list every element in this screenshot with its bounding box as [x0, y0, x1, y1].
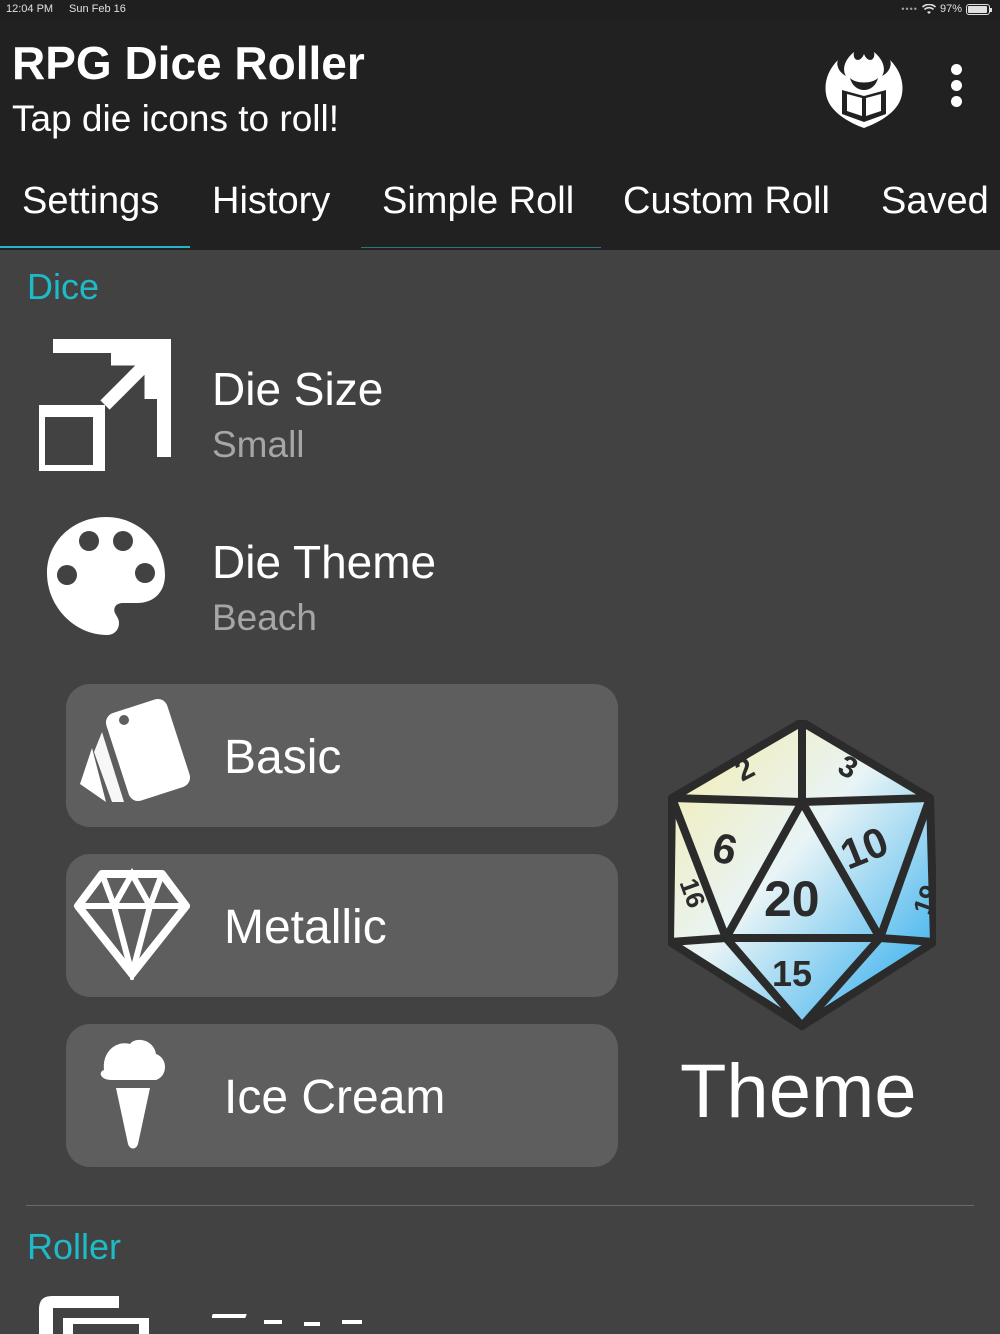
status-date: Sun Feb 16 — [69, 3, 126, 15]
pref-title: Die Theme — [212, 536, 437, 588]
theme-option-basic[interactable]: Basic — [66, 684, 618, 827]
pref-die-size[interactable]: Die Size Small — [0, 330, 1000, 480]
die-number: 15 — [772, 953, 812, 994]
ice-cream-icon — [100, 1039, 165, 1149]
die-number: 20 — [764, 871, 820, 927]
signal-icon: •••• — [901, 4, 918, 14]
section-title-roller: Roller — [27, 1226, 122, 1267]
tab-settings[interactable]: Settings — [22, 175, 159, 248]
section-title-dice: Dice — [27, 266, 100, 307]
theme-option-ice-cream[interactable]: Ice Cream — [66, 1024, 618, 1167]
resize-icon — [39, 339, 171, 471]
battery-icon — [966, 3, 992, 15]
app-bar: RPG Dice Roller Tap die icons to roll! S… — [0, 20, 1000, 250]
pref-summary: Small — [212, 424, 305, 465]
pref-title: Die Size — [212, 363, 384, 415]
wifi-icon — [921, 3, 936, 14]
tab-indicator-secondary — [361, 247, 601, 248]
theme-caption: Theme — [680, 1049, 917, 1134]
d20-die-preview-icon[interactable]: 2 3 6 10 16 20 19 15 — [668, 720, 936, 1030]
tab-custom-roll[interactable]: Custom Roll — [623, 175, 830, 248]
section-divider — [26, 1205, 974, 1206]
app-title: RPG Dice Roller — [12, 37, 365, 89]
pref-die-theme[interactable]: Die Theme Beach — [0, 505, 1000, 655]
flaming-book-shield-icon[interactable] — [820, 50, 908, 130]
tab-bar: Settings History Simple Roll Custom Roll… — [0, 175, 1000, 250]
pref-animation-partial[interactable] — [212, 1314, 402, 1334]
tab-saved[interactable]: Saved — [881, 175, 989, 248]
app-subtitle: Tap die icons to roll! — [12, 98, 340, 139]
status-time: 12:04 PM — [6, 3, 54, 15]
animation-icon — [39, 1296, 149, 1334]
theme-option-label: Metallic — [224, 901, 387, 954]
swatch-cards-icon — [80, 698, 190, 802]
status-right: •••• 97% — [901, 3, 992, 15]
palette-icon — [47, 517, 165, 635]
theme-option-label: Basic — [224, 731, 342, 784]
tab-history[interactable]: History — [212, 175, 330, 248]
tab-simple-roll[interactable]: Simple Roll — [382, 175, 574, 248]
theme-option-label: Ice Cream — [224, 1071, 446, 1124]
theme-option-metallic[interactable]: Metallic — [66, 854, 618, 997]
status-bar: 12:04 PM Sun Feb 16 •••• 97% — [0, 0, 1000, 20]
battery-percent: 97% — [939, 3, 962, 15]
tab-indicator — [0, 246, 190, 248]
more-vert-icon[interactable] — [937, 60, 977, 110]
pref-summary: Beach — [212, 597, 317, 638]
diamond-icon — [74, 867, 190, 980]
